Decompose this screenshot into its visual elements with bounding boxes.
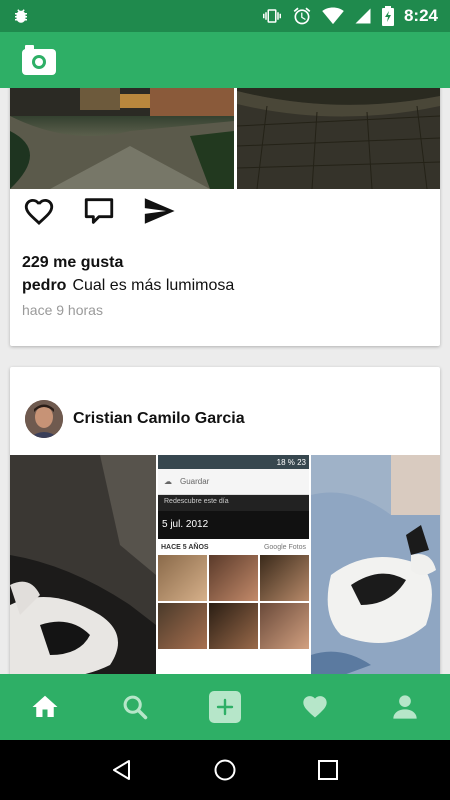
camera-icon[interactable] bbox=[22, 45, 56, 75]
embedded-section-label: HACE 5 AÑOS bbox=[161, 543, 209, 551]
send-icon[interactable] bbox=[142, 194, 176, 228]
post-caption: pedro Cual es más lumimosa bbox=[22, 277, 234, 295]
post-photo[interactable] bbox=[10, 455, 156, 674]
home-system-button[interactable] bbox=[210, 755, 240, 785]
cat-photo bbox=[10, 455, 156, 674]
night-park-photo bbox=[10, 88, 234, 189]
embedded-banner: Redescubre este día bbox=[158, 495, 309, 511]
app-bar bbox=[0, 32, 450, 88]
system-nav-bar bbox=[0, 740, 450, 800]
status-time: 8:24 bbox=[403, 6, 438, 25]
avatar-photo bbox=[25, 400, 63, 438]
post-actions bbox=[22, 194, 176, 228]
embedded-search-label: Guardar bbox=[180, 477, 210, 486]
post-photo[interactable] bbox=[311, 455, 440, 674]
heart-icon bbox=[303, 696, 327, 718]
cloud-icon: ☁ bbox=[164, 477, 172, 486]
author-name[interactable]: Cristian Camilo Garcia bbox=[73, 410, 245, 428]
nav-activity[interactable] bbox=[297, 689, 333, 725]
post-photo[interactable] bbox=[237, 88, 440, 189]
caption-username[interactable]: pedro bbox=[22, 277, 66, 294]
back-button[interactable] bbox=[107, 755, 137, 785]
post-header[interactable]: Cristian Camilo Garcia bbox=[25, 400, 245, 438]
profile-icon bbox=[393, 695, 417, 719]
battery-charging-icon bbox=[381, 6, 394, 26]
wifi-icon bbox=[322, 7, 344, 25]
avatar[interactable] bbox=[25, 400, 63, 438]
comment-icon[interactable] bbox=[82, 194, 116, 228]
debug-icon bbox=[15, 9, 27, 23]
vibrate-icon bbox=[262, 9, 281, 23]
post-card: Cristian Camilo Garcia 18 % 23 ☁ Guardar bbox=[10, 367, 440, 674]
embedded-status: 18 % 23 bbox=[158, 455, 309, 469]
pavement-photo bbox=[237, 88, 440, 189]
recents-button[interactable] bbox=[313, 755, 343, 785]
back-icon bbox=[112, 760, 130, 780]
embedded-screenshot[interactable]: 18 % 23 ☁ Guardar Redescubre este día 5 … bbox=[158, 455, 309, 674]
nav-profile[interactable] bbox=[387, 689, 423, 725]
post-photo[interactable] bbox=[10, 88, 234, 189]
caption-text: Cual es más lumimosa bbox=[72, 277, 235, 294]
square-recents-icon bbox=[318, 760, 339, 780]
feed[interactable]: 229 me gusta pedro Cual es más lumimosa h… bbox=[0, 88, 450, 674]
post-photos[interactable]: 18 % 23 ☁ Guardar Redescubre este día 5 … bbox=[10, 455, 440, 674]
add-icon bbox=[209, 691, 241, 723]
likes-count: 229 me gusta bbox=[22, 254, 124, 271]
cat-blanket-photo bbox=[311, 455, 440, 674]
post-time: hace 9 horas bbox=[22, 302, 103, 318]
heart-outline-icon[interactable] bbox=[22, 194, 56, 228]
post-photos[interactable] bbox=[10, 88, 440, 189]
nav-home[interactable] bbox=[27, 689, 63, 725]
embedded-photo-grid bbox=[158, 555, 309, 649]
post-card: 229 me gusta pedro Cual es más lumimosa h… bbox=[10, 88, 440, 346]
nav-add[interactable] bbox=[207, 689, 243, 725]
home-icon bbox=[32, 695, 58, 717]
search-icon bbox=[123, 695, 148, 720]
alarm-icon bbox=[293, 7, 311, 25]
circle-home-icon bbox=[214, 759, 236, 781]
embedded-date: 5 jul. 2012 bbox=[158, 511, 309, 539]
embedded-section: HACE 5 AÑOS Google Fotos bbox=[158, 539, 309, 555]
bottom-nav bbox=[0, 674, 450, 740]
embedded-source-label: Google Fotos bbox=[263, 543, 306, 551]
status-bar: 8:24 bbox=[0, 0, 450, 32]
embedded-search: ☁ Guardar bbox=[158, 469, 309, 495]
signal-icon bbox=[355, 8, 371, 24]
nav-search[interactable] bbox=[117, 689, 153, 725]
